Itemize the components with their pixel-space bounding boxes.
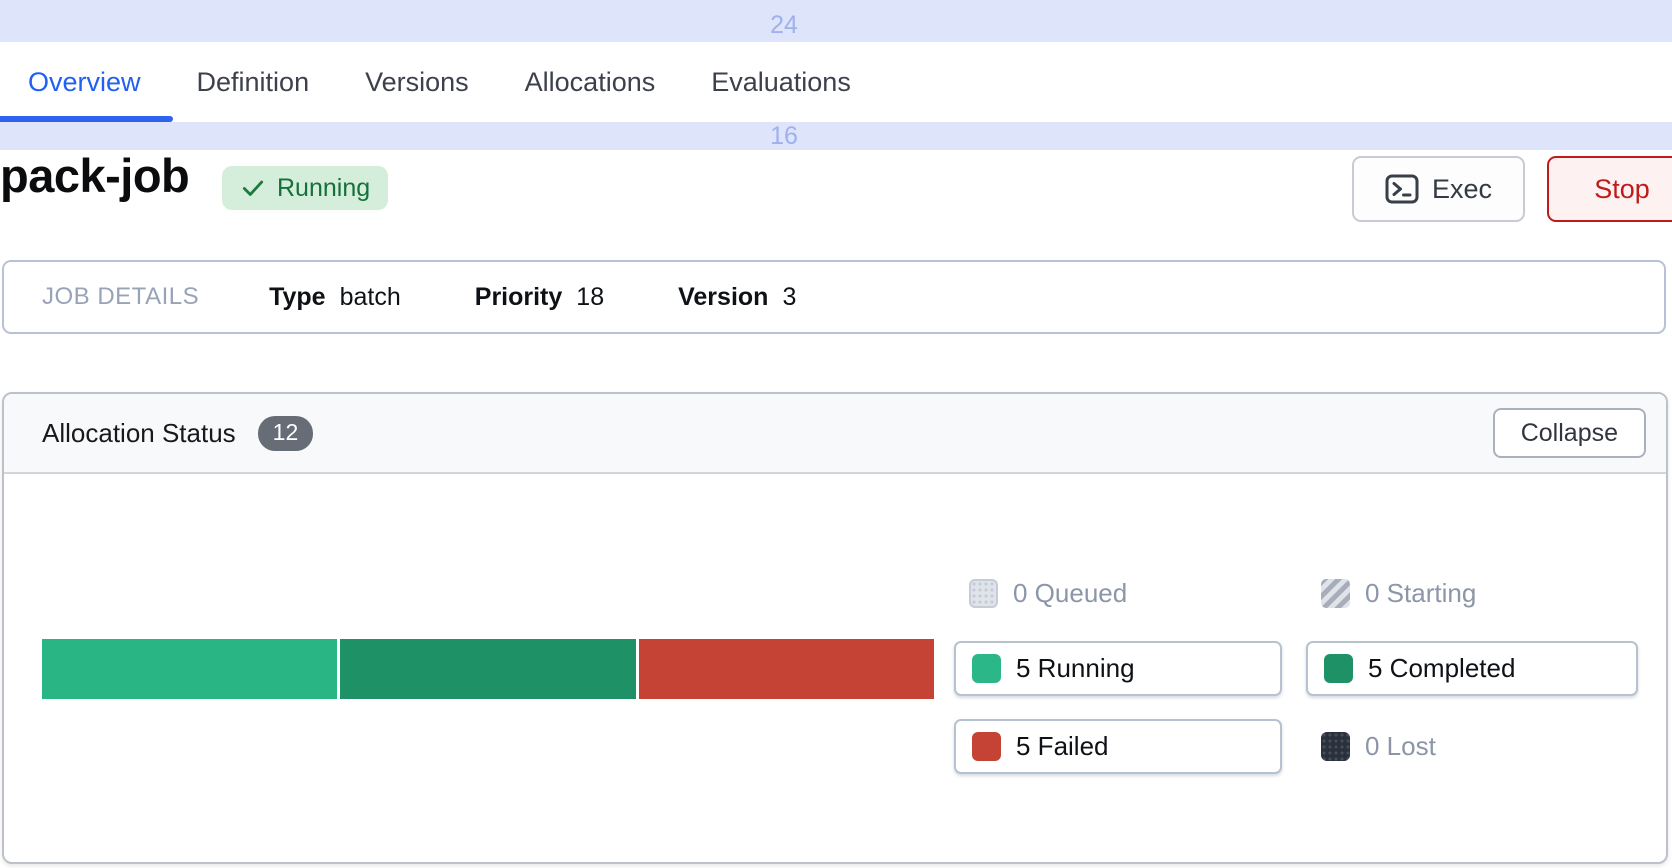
job-details-box: JOB DETAILS Type batch Priority 18 Version 3 [2, 260, 1666, 334]
exec-button[interactable]: Exec [1352, 156, 1525, 222]
legend-swatch-running [972, 654, 1001, 683]
layout-spacing-strip-mid: 16 [0, 122, 1672, 150]
job-tabbar: OverviewDefinitionVersionsAllocationsEva… [0, 42, 1672, 122]
legend-item-running[interactable]: 5 Running [954, 641, 1282, 696]
legend-label: 0 Starting [1365, 578, 1476, 609]
legend-swatch-completed [1324, 654, 1353, 683]
legend-swatch-lost [1321, 732, 1350, 761]
field-value: batch [340, 283, 401, 312]
field-label: Type [269, 283, 326, 312]
legend-label: 0 Lost [1365, 731, 1436, 762]
page-title: pack-job [0, 148, 189, 203]
bar-segment-failed[interactable] [639, 639, 934, 699]
job-detail-version: Version 3 [678, 283, 796, 312]
allocation-count-badge: 12 [258, 416, 314, 451]
spacing-value: 24 [770, 11, 798, 40]
tab-allocations[interactable]: Allocations [497, 42, 684, 122]
tab-overview[interactable]: Overview [0, 42, 169, 122]
job-details-heading: JOB DETAILS [42, 283, 199, 311]
allocation-status-panel: Allocation Status 12 Collapse 0 Queued0 … [2, 392, 1668, 864]
field-label: Version [678, 283, 768, 312]
legend-row: 5 Running 5 Completed [954, 641, 1638, 696]
legend-item-starting: 0 Starting [1306, 578, 1638, 609]
status-badge: Running [222, 166, 388, 210]
tab-versions[interactable]: Versions [337, 42, 497, 122]
legend-swatch-failed [972, 732, 1001, 761]
bar-segment-running[interactable] [42, 639, 337, 699]
allocation-status-body: 0 Queued0 Starting5 Running5 Completed5 … [4, 474, 1666, 862]
legend-label: 0 Queued [1013, 578, 1127, 609]
tab-evaluations[interactable]: Evaluations [683, 42, 879, 122]
collapse-button[interactable]: Collapse [1493, 408, 1646, 458]
status-badge-label: Running [277, 174, 370, 203]
legend-item-queued: 0 Queued [954, 578, 1282, 609]
legend-swatch-queued [969, 579, 998, 608]
stop-button-label: Stop [1594, 174, 1650, 205]
legend-row: 5 Failed 0 Lost [954, 719, 1638, 774]
terminal-icon [1385, 174, 1419, 204]
spacing-value: 16 [770, 122, 798, 151]
collapse-button-label: Collapse [1521, 419, 1618, 448]
tab-definition[interactable]: Definition [169, 42, 338, 122]
job-detail-priority: Priority 18 [475, 283, 604, 312]
job-detail-type: Type batch [269, 283, 401, 312]
legend-item-failed[interactable]: 5 Failed [954, 719, 1282, 774]
legend-swatch-starting [1321, 579, 1350, 608]
layout-spacing-strip-top: 24 [0, 0, 1672, 42]
check-icon [240, 175, 266, 201]
field-value: 18 [576, 283, 604, 312]
legend-label: 5 Running [1016, 653, 1135, 684]
exec-button-label: Exec [1432, 174, 1492, 205]
allocation-stacked-bar [42, 639, 934, 699]
stop-button[interactable]: Stop [1547, 156, 1672, 222]
allocation-status-title: Allocation Status [42, 418, 236, 449]
field-label: Priority [475, 283, 563, 312]
legend-label: 5 Completed [1368, 653, 1515, 684]
legend-item-completed[interactable]: 5 Completed [1306, 641, 1638, 696]
legend-label: 5 Failed [1016, 731, 1109, 762]
legend-row: 0 Queued 0 Starting [954, 578, 1638, 609]
allocation-status-header: Allocation Status 12 Collapse [4, 394, 1666, 474]
allocation-legend: 0 Queued0 Starting5 Running5 Completed5 … [954, 578, 1638, 774]
legend-item-lost: 0 Lost [1306, 719, 1638, 774]
bar-segment-completed[interactable] [340, 639, 635, 699]
field-value: 3 [782, 283, 796, 312]
